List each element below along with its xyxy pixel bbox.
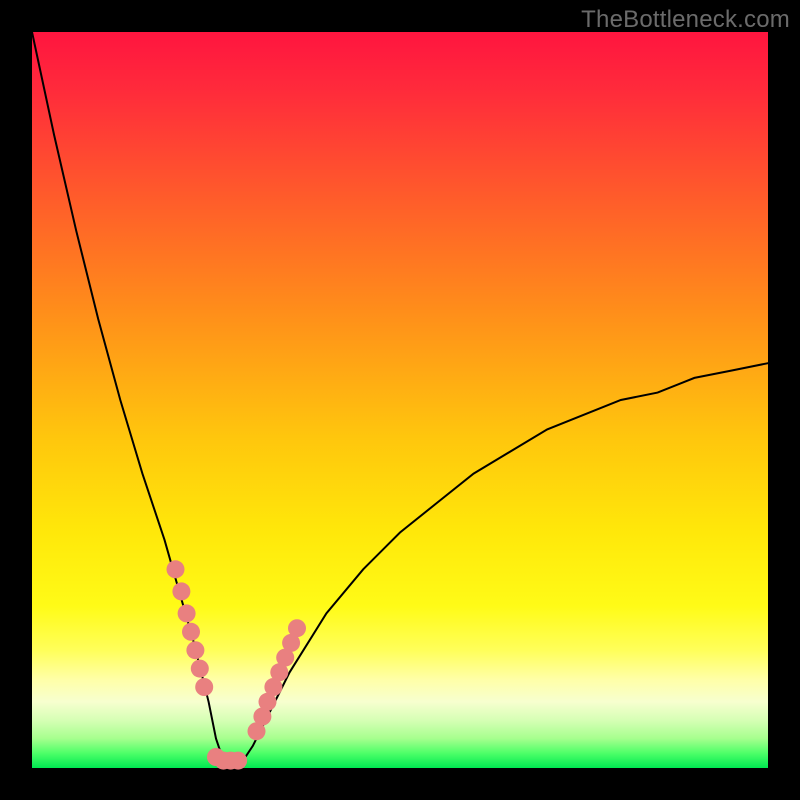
curve-layer — [32, 32, 768, 768]
dot — [167, 560, 185, 578]
dot — [195, 678, 213, 696]
chart-stage: TheBottleneck.com — [0, 0, 800, 800]
dot — [172, 582, 190, 600]
dot — [229, 752, 247, 770]
dot — [178, 604, 196, 622]
bottleneck-curve — [32, 32, 768, 768]
dot — [288, 619, 306, 637]
dot — [182, 623, 200, 641]
sample-dots — [167, 560, 307, 769]
plot-area — [32, 32, 768, 768]
watermark-text: TheBottleneck.com — [581, 6, 790, 34]
dot — [191, 660, 209, 678]
dot — [186, 641, 204, 659]
